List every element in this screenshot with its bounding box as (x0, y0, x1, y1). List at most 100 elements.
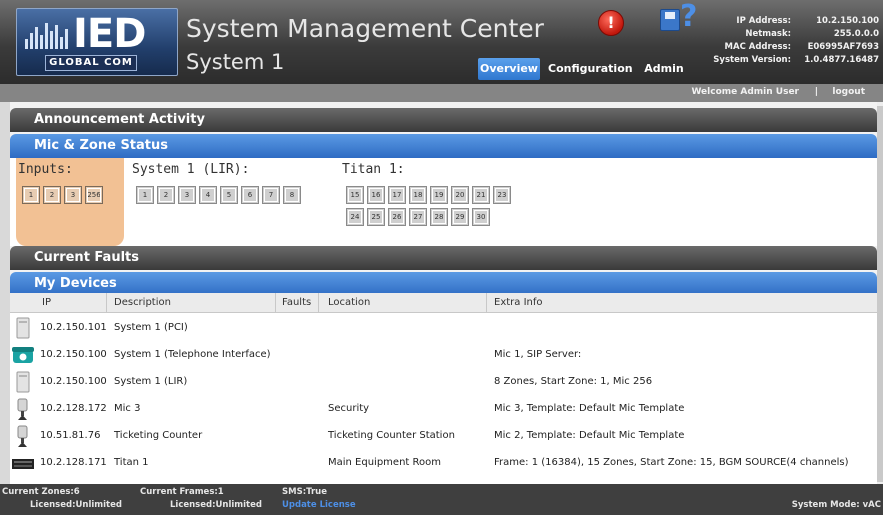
input-button-3[interactable]: 3 (64, 186, 82, 204)
table-row[interactable]: 10.2.128.172 Mic 3 Security Mic 3, Template… (10, 395, 877, 422)
device-ip: 10.51.81.76 (40, 430, 101, 441)
tab-overview[interactable]: Overview (478, 58, 540, 80)
titan-zone-button-21[interactable]: 21 (472, 186, 490, 204)
current-faults-header[interactable]: Current Faults (10, 246, 877, 270)
zone-button-6[interactable]: 6 (241, 186, 259, 204)
system1-label: System 1 (LIR): (132, 162, 250, 177)
inputs-label: Inputs: (18, 162, 73, 177)
device-ip: 10.2.128.171 (40, 457, 107, 468)
logo-subtext: GLOBAL COM (45, 55, 137, 71)
device-description: System 1 (PCI) (114, 322, 188, 333)
zone-status-panel: Inputs: System 1 (LIR): Titan 1: 1 2 3 256 1… (10, 158, 877, 246)
sms-status: SMS:True (282, 487, 327, 497)
titan-zone-button-30[interactable]: 30 (472, 208, 490, 226)
app-title: System Management Center (186, 14, 544, 43)
table-row[interactable]: 10.2.128.171 Titan 1 Main Equipment Room Fr… (10, 449, 877, 476)
system-version-label: System Version: (713, 55, 791, 65)
main-content: Announcement Activity Mic & Zone Status … (10, 102, 877, 484)
microphone-icon (12, 425, 34, 447)
titan-zone-button-19[interactable]: 19 (430, 186, 448, 204)
device-description: Ticketing Counter (114, 430, 203, 441)
netmask-label: Netmask: (745, 29, 791, 39)
device-extra-info: Frame: 1 (16384), 15 Zones, Start Zone: … (494, 457, 849, 468)
devices-table-header: IP Description Faults Location Extra Inf… (10, 293, 877, 313)
tab-admin[interactable]: Admin (640, 58, 688, 80)
current-zones: Current Zones:6 (2, 487, 80, 497)
titan-zone-button-17[interactable]: 17 (388, 186, 406, 204)
table-row[interactable]: 10.2.150.100 System 1 (Telephone Interfac… (10, 341, 877, 368)
titan-zone-button-16[interactable]: 16 (367, 186, 385, 204)
pc-device-icon (12, 371, 34, 393)
header-bar: IED GLOBAL COM System Management Center … (0, 0, 883, 84)
zone-button-7[interactable]: 7 (262, 186, 280, 204)
device-ip: 10.2.150.101 (40, 322, 107, 333)
device-ip: 10.2.128.172 (40, 403, 107, 414)
table-row[interactable]: 10.2.150.100 System 1 (LIR) 8 Zones, Start… (10, 368, 877, 395)
titan-zone-button-24[interactable]: 24 (346, 208, 364, 226)
device-extra-info: 8 Zones, Start Zone: 1, Mic 256 (494, 376, 653, 387)
zones-licensed: Licensed:Unlimited (30, 500, 122, 510)
zone-button-5[interactable]: 5 (220, 186, 238, 204)
system-mode: System Mode: vAC (791, 500, 881, 510)
device-ip: 10.2.150.100 (40, 376, 107, 387)
titan-zone-button-18[interactable]: 18 (409, 186, 427, 204)
welcome-text: Welcome Admin User (691, 87, 799, 97)
ied-logo: IED GLOBAL COM (16, 8, 178, 76)
device-description: Titan 1 (114, 457, 149, 468)
column-header-description[interactable]: Description (114, 297, 171, 308)
alert-icon[interactable]: ! (598, 10, 624, 36)
zone-button-2[interactable]: 2 (157, 186, 175, 204)
device-extra-info: Mic 2, Template: Default Mic Template (494, 430, 685, 441)
input-button-1[interactable]: 1 (22, 186, 40, 204)
column-header-faults[interactable]: Faults (282, 297, 311, 308)
system-version-value: 1.0.4877.16487 (804, 55, 879, 65)
table-row[interactable]: 10.2.150.101 System 1 (PCI) (10, 314, 877, 341)
system-name: System 1 (186, 50, 285, 74)
titan-zone-button-26[interactable]: 26 (388, 208, 406, 226)
titan-zone-button-15[interactable]: 15 (346, 186, 364, 204)
update-license-link[interactable]: Update License (282, 500, 356, 510)
save-icon[interactable] (660, 9, 680, 31)
table-row[interactable]: 10.51.81.76 Ticketing Counter Ticketing Co… (10, 422, 877, 449)
tab-configuration[interactable]: Configuration (548, 58, 633, 80)
titan-zone-button-28[interactable]: 28 (430, 208, 448, 226)
sound-bars-icon (25, 19, 71, 49)
announcement-activity-header[interactable]: Announcement Activity (10, 108, 877, 132)
input-button-2[interactable]: 2 (43, 186, 61, 204)
column-header-extra-info[interactable]: Extra Info (494, 297, 543, 308)
ip-address-value: 10.2.150.100 (816, 16, 879, 26)
current-frames: Current Frames:1 (140, 487, 224, 497)
column-header-location[interactable]: Location (328, 297, 370, 308)
system-info: IP Address: 10.2.150.100 Netmask: 255.0.0.… (709, 16, 879, 68)
status-footer: Current Zones:6 Licensed:Unlimited Curre… (0, 484, 883, 515)
titan-zone-button-20[interactable]: 20 (451, 186, 469, 204)
logout-link[interactable]: logout (832, 87, 865, 97)
titan-zone-button-29[interactable]: 29 (451, 208, 469, 226)
telephone-icon (12, 344, 34, 366)
rack-unit-icon (12, 452, 34, 474)
microphone-icon (12, 398, 34, 420)
zone-button-1[interactable]: 1 (136, 186, 154, 204)
zone-button-4[interactable]: 4 (199, 186, 217, 204)
zone-button-3[interactable]: 3 (178, 186, 196, 204)
titan-zone-button-25[interactable]: 25 (367, 208, 385, 226)
device-description: Mic 3 (114, 403, 141, 414)
titan-zone-button-23[interactable]: 23 (493, 186, 511, 204)
mac-address-value: E06995AF7693 (807, 42, 879, 52)
scrollbar-thumb[interactable] (877, 106, 883, 482)
devices-table: IP Description Faults Location Extra Inf… (10, 293, 877, 484)
titan-zone-button-27[interactable]: 27 (409, 208, 427, 226)
frames-licensed: Licensed:Unlimited (170, 500, 262, 510)
help-icon[interactable]: ? (680, 2, 697, 32)
input-button-256[interactable]: 256 (85, 186, 103, 204)
column-header-ip[interactable]: IP (42, 297, 51, 308)
zone-button-8[interactable]: 8 (283, 186, 301, 204)
logo-text: IED (73, 11, 146, 57)
device-location: Ticketing Counter Station (328, 430, 455, 441)
welcome-separator: | (814, 87, 818, 97)
welcome-bar: Welcome Admin User | logout (0, 84, 883, 102)
ip-address-label: IP Address: (736, 16, 791, 26)
mic-zone-status-header[interactable]: Mic & Zone Status (10, 134, 877, 158)
pc-device-icon (12, 317, 34, 339)
page-scrollbar[interactable] (877, 102, 883, 484)
